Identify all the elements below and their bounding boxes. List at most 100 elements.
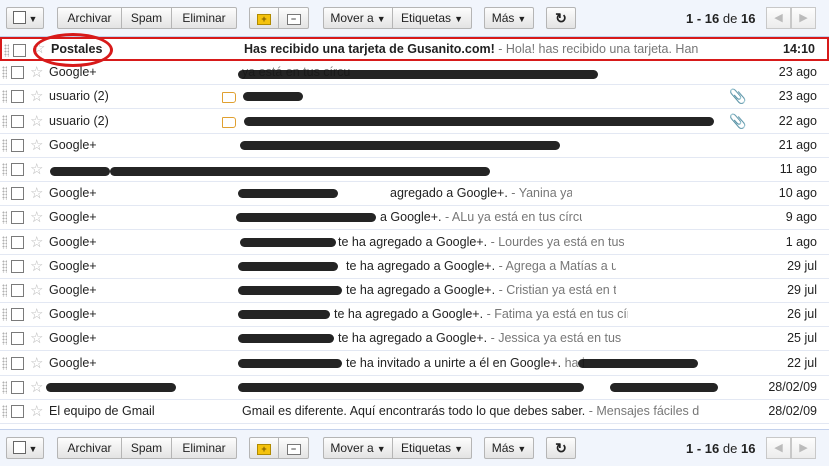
star-icon[interactable]: ☆ bbox=[30, 352, 43, 375]
delete-button[interactable]: Eliminar bbox=[172, 7, 237, 29]
drag-handle-icon[interactable] bbox=[4, 44, 9, 57]
star-icon[interactable]: ☆ bbox=[30, 376, 43, 399]
email-row[interactable]: ☆ Google+ te ha agregado a Google+. - Lour… bbox=[0, 230, 829, 255]
star-icon[interactable]: ☆ bbox=[30, 279, 43, 302]
email-subject: te ha agregado a Google+. bbox=[346, 283, 496, 297]
drag-handle-icon[interactable] bbox=[2, 405, 7, 418]
row-checkbox[interactable] bbox=[11, 380, 24, 394]
spam-button[interactable]: Spam bbox=[122, 437, 172, 459]
email-row[interactable]: ☆ Google+ te ha agregado a Google+. - Jess… bbox=[0, 327, 829, 352]
drag-handle-icon[interactable] bbox=[2, 259, 7, 273]
pager-range: 1 - 16 bbox=[686, 441, 720, 456]
labels-button[interactable]: Etiquetas ▼ bbox=[393, 437, 472, 459]
row-checkbox[interactable] bbox=[11, 163, 24, 176]
star-icon[interactable]: ☆ bbox=[30, 327, 43, 350]
drag-handle-icon[interactable] bbox=[2, 235, 7, 249]
drag-handle-icon[interactable] bbox=[2, 138, 7, 152]
drag-handle-icon[interactable] bbox=[2, 114, 7, 128]
email-row[interactable]: ☆ Google+ te ha agregado a Google+. - Cris… bbox=[0, 279, 829, 303]
email-row[interactable]: ☆ Google+ te ha invitado a unirte a él en … bbox=[0, 351, 829, 376]
row-checkbox[interactable] bbox=[11, 308, 24, 322]
drag-handle-icon[interactable] bbox=[2, 380, 7, 394]
more-button[interactable]: Más ▼ bbox=[484, 7, 534, 29]
older-button[interactable]: ▶ bbox=[791, 7, 816, 29]
email-row[interactable]: ☆ El equipo de Gmail Gmail es diferente. A… bbox=[0, 400, 829, 424]
star-icon[interactable]: ☆ bbox=[30, 134, 43, 157]
email-row[interactable]: ☆ usuario (2) 📎 22 ago bbox=[0, 109, 829, 134]
newer-button[interactable]: ◀ bbox=[766, 7, 791, 29]
drag-handle-icon[interactable] bbox=[2, 66, 7, 80]
row-checkbox[interactable] bbox=[11, 114, 24, 128]
select-all-checkbox-button[interactable]: ▼ bbox=[6, 437, 44, 459]
row-checkbox[interactable] bbox=[11, 284, 24, 297]
email-row[interactable]: ☆Google+ya está en tus círcu23 ago bbox=[0, 61, 829, 86]
star-icon[interactable]: ☆ bbox=[32, 39, 45, 59]
drag-handle-icon[interactable] bbox=[2, 90, 7, 104]
row-checkbox[interactable] bbox=[11, 405, 24, 418]
star-icon[interactable]: ☆ bbox=[30, 231, 43, 254]
mark-important-button[interactable]: + bbox=[249, 437, 279, 459]
archive-button[interactable]: Archivar bbox=[57, 437, 122, 459]
delete-button[interactable]: Eliminar bbox=[172, 437, 237, 459]
newer-button[interactable]: ◀ bbox=[766, 437, 791, 459]
row-checkbox[interactable] bbox=[11, 90, 24, 104]
star-icon[interactable]: ☆ bbox=[30, 400, 43, 423]
row-checkbox[interactable] bbox=[11, 211, 24, 225]
drag-handle-icon[interactable] bbox=[2, 187, 7, 201]
email-row[interactable]: ☆ Google+ a Google+. - ALu ya está en tus … bbox=[0, 206, 829, 231]
move-to-button[interactable]: Mover a ▼ bbox=[323, 437, 393, 459]
row-checkbox[interactable] bbox=[11, 138, 24, 152]
star-icon[interactable]: ☆ bbox=[30, 303, 43, 326]
email-date: 11 ago bbox=[779, 162, 817, 176]
email-row[interactable]: ☆ Postales Has recibido una tarjeta de Gus… bbox=[0, 37, 829, 61]
email-row[interactable]: ☆ usuario (2) 📎 23 ago bbox=[0, 85, 829, 110]
drag-handle-icon[interactable] bbox=[2, 356, 7, 370]
row-checkbox[interactable] bbox=[11, 332, 24, 346]
star-icon[interactable]: ☆ bbox=[30, 61, 43, 84]
drag-handle-icon[interactable] bbox=[2, 308, 7, 322]
move-to-button[interactable]: Mover a ▼ bbox=[323, 7, 393, 29]
email-subject: a Google+. bbox=[380, 210, 442, 225]
row-checkbox[interactable] bbox=[11, 356, 24, 370]
star-icon[interactable]: ☆ bbox=[30, 85, 43, 108]
row-checkbox[interactable] bbox=[11, 66, 24, 80]
older-button[interactable]: ▶ bbox=[791, 437, 816, 459]
bottom-toolbar: ▼ Archivar Spam Eliminar + − Mover a ▼ Et… bbox=[0, 429, 829, 466]
email-snippet: - Mensajes fáciles d bbox=[585, 404, 700, 418]
star-icon[interactable]: ☆ bbox=[30, 206, 43, 229]
mark-not-important-button[interactable]: − bbox=[279, 437, 309, 459]
email-row[interactable]: ☆ Google+ te ha agregado a Google+. - Agre… bbox=[0, 254, 829, 279]
mark-important-button[interactable]: + bbox=[249, 7, 279, 29]
archive-button[interactable]: Archivar bbox=[57, 7, 122, 29]
star-icon[interactable]: ☆ bbox=[30, 110, 43, 133]
row-checkbox[interactable] bbox=[11, 235, 24, 249]
email-row[interactable]: ☆ Google+ agregado a Google+. - Yanina ya … bbox=[0, 182, 829, 207]
star-icon[interactable]: ☆ bbox=[30, 182, 43, 205]
chevron-down-icon: ▼ bbox=[376, 444, 386, 454]
star-icon[interactable]: ☆ bbox=[30, 158, 43, 181]
row-checkbox[interactable] bbox=[11, 259, 24, 273]
drag-handle-icon[interactable] bbox=[2, 163, 7, 176]
row-checkbox[interactable] bbox=[11, 187, 24, 201]
spam-button[interactable]: Spam bbox=[122, 7, 172, 29]
labels-button[interactable]: Etiquetas ▼ bbox=[393, 7, 472, 29]
email-sender: Google+ bbox=[49, 137, 97, 152]
row-checkbox[interactable] bbox=[13, 44, 26, 57]
drag-handle-icon[interactable] bbox=[2, 284, 7, 297]
email-row[interactable]: ☆ Google+ te ha agregado a Google+. - Fati… bbox=[0, 303, 829, 328]
email-subject: te ha agregado a Google+. bbox=[338, 331, 488, 346]
select-all-checkbox-button[interactable]: ▼ bbox=[6, 7, 44, 29]
email-row[interactable]: ☆Google+a está en tus círculos.21 ago bbox=[0, 133, 829, 158]
refresh-button[interactable]: ↻ bbox=[546, 7, 576, 29]
email-row[interactable]: ☆Estima28/02/09 bbox=[0, 375, 829, 400]
star-icon[interactable]: ☆ bbox=[30, 255, 43, 278]
redaction-scribble bbox=[244, 116, 714, 126]
pager-total: 16 bbox=[740, 441, 756, 456]
mark-not-important-button[interactable]: − bbox=[279, 7, 309, 29]
email-row[interactable]: ☆cuenta permaneció inac11 ago bbox=[0, 158, 829, 182]
refresh-button[interactable]: ↻ bbox=[546, 437, 576, 459]
email-sender: El equipo de Gmail bbox=[49, 404, 155, 418]
drag-handle-icon[interactable] bbox=[2, 211, 7, 225]
more-button[interactable]: Más ▼ bbox=[484, 437, 534, 459]
drag-handle-icon[interactable] bbox=[2, 332, 7, 346]
